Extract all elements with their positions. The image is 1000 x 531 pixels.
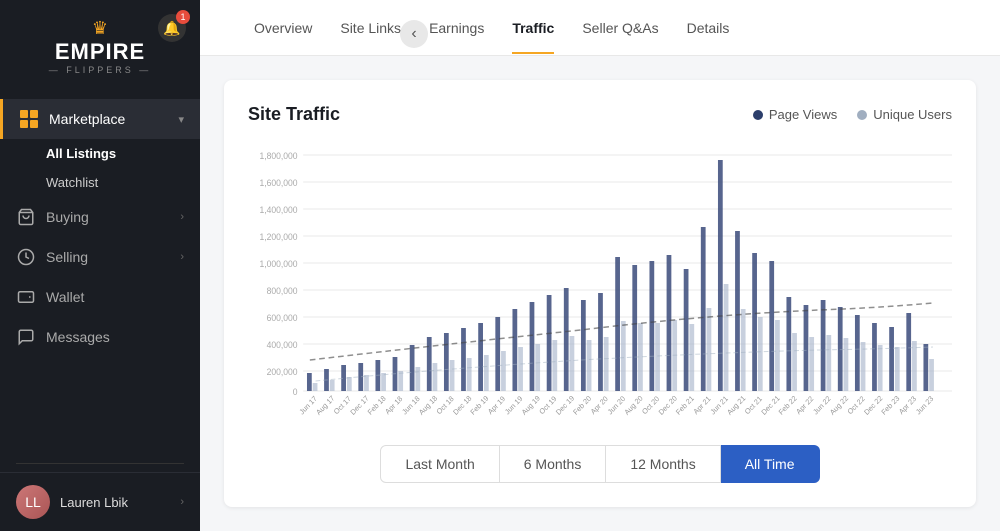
tab-traffic[interactable]: Traffic <box>498 2 568 54</box>
buying-label: Buying <box>46 209 180 225</box>
svg-text:0: 0 <box>293 387 298 397</box>
top-nav: ‹ Overview Site Links Earnings Traffic S… <box>200 0 1000 56</box>
traffic-chart: 1,800,000 1,600,000 1,400,000 1,200,000 … <box>248 145 952 425</box>
sidebar-item-selling[interactable]: Selling › <box>0 237 200 277</box>
svg-text:Aug 19: Aug 19 <box>520 394 542 417</box>
back-icon: ‹ <box>411 25 416 43</box>
page-views-label: Page Views <box>769 107 837 122</box>
sidebar-divider <box>16 463 184 464</box>
tab-earnings[interactable]: Earnings <box>415 2 498 54</box>
sidebar-item-messages[interactable]: Messages <box>0 317 200 357</box>
logo-name: EMPIRE <box>55 41 145 63</box>
content-area: Site Traffic Page Views Unique Users <box>200 56 1000 531</box>
chart-container: 1,800,000 1,600,000 1,400,000 1,200,000 … <box>248 145 952 425</box>
marketplace-label: Marketplace <box>49 111 178 127</box>
wallet-label: Wallet <box>46 289 184 305</box>
selling-label: Selling <box>46 249 180 265</box>
svg-text:800,000: 800,000 <box>267 286 298 296</box>
marketplace-sub-nav: All Listings Watchlist <box>0 139 200 197</box>
buying-arrow-icon: › <box>180 211 184 223</box>
svg-text:Feb 20: Feb 20 <box>571 394 593 417</box>
user-arrow-icon: › <box>180 496 184 508</box>
selling-icon <box>16 247 36 267</box>
svg-text:Feb 22: Feb 22 <box>777 394 799 417</box>
legend-unique-users: Unique Users <box>857 107 952 122</box>
main-content: ‹ Overview Site Links Earnings Traffic S… <box>200 0 1000 531</box>
svg-text:Dec 17: Dec 17 <box>348 394 370 417</box>
sidebar-item-wallet[interactable]: Wallet <box>0 277 200 317</box>
12-months-button[interactable]: 12 Months <box>606 445 720 483</box>
sidebar: ♛ EMPIRE — FLIPPERS — 🔔 1 Marketplace ▾ … <box>0 0 200 531</box>
svg-text:Dec 18: Dec 18 <box>451 394 473 417</box>
svg-text:Apr 19: Apr 19 <box>486 394 507 416</box>
svg-text:1,800,000: 1,800,000 <box>259 151 297 161</box>
legend-page-views: Page Views <box>753 107 837 122</box>
tab-overview[interactable]: Overview <box>240 2 326 54</box>
marketplace-icon <box>19 109 39 129</box>
chart-legend: Page Views Unique Users <box>753 107 952 122</box>
notification-bell[interactable]: 🔔 1 <box>158 14 186 42</box>
logo-sub: — FLIPPERS — <box>49 65 152 75</box>
svg-text:Dec 21: Dec 21 <box>759 394 781 417</box>
unique-users-label: Unique Users <box>873 107 952 122</box>
svg-text:Dec 19: Dec 19 <box>554 394 576 417</box>
chart-header: Site Traffic Page Views Unique Users <box>248 104 952 125</box>
tab-details[interactable]: Details <box>673 2 744 54</box>
svg-text:Aug 18: Aug 18 <box>417 394 439 417</box>
svg-text:Apr 23: Apr 23 <box>897 394 918 416</box>
svg-text:Aug 20: Aug 20 <box>622 394 644 417</box>
notification-badge: 1 <box>176 10 190 24</box>
svg-text:Apr 22: Apr 22 <box>794 394 815 416</box>
sidebar-user[interactable]: LL Lauren Lbik › <box>0 472 200 531</box>
svg-text:Jun 23: Jun 23 <box>914 394 935 416</box>
sub-nav-watchlist[interactable]: Watchlist <box>46 168 200 197</box>
svg-text:200,000: 200,000 <box>267 367 298 377</box>
svg-text:Feb 18: Feb 18 <box>366 394 388 417</box>
chart-title: Site Traffic <box>248 104 340 125</box>
svg-text:Feb 19: Feb 19 <box>468 394 490 417</box>
all-time-button[interactable]: All Time <box>721 445 820 483</box>
svg-text:Feb 21: Feb 21 <box>674 394 696 417</box>
svg-text:Feb 23: Feb 23 <box>879 394 901 417</box>
svg-text:1,600,000: 1,600,000 <box>259 178 297 188</box>
back-button[interactable]: ‹ <box>400 20 428 48</box>
svg-text:Aug 21: Aug 21 <box>725 394 747 417</box>
svg-text:Dec 22: Dec 22 <box>862 394 884 417</box>
svg-text:Aug 22: Aug 22 <box>828 394 850 417</box>
chart-card: Site Traffic Page Views Unique Users <box>224 80 976 507</box>
svg-text:600,000: 600,000 <box>267 313 298 323</box>
marketplace-dropdown-icon: ▾ <box>178 113 184 126</box>
tab-seller-qas[interactable]: Seller Q&As <box>568 2 672 54</box>
svg-text:Dec 20: Dec 20 <box>657 394 679 417</box>
svg-text:Apr 18: Apr 18 <box>383 394 404 416</box>
svg-text:1,400,000: 1,400,000 <box>259 205 297 215</box>
svg-text:1,200,000: 1,200,000 <box>259 232 297 242</box>
unique-users-dot <box>857 110 867 120</box>
svg-text:Apr 21: Apr 21 <box>691 394 712 416</box>
sub-nav-all-listings[interactable]: All Listings <box>46 139 200 168</box>
last-month-button[interactable]: Last Month <box>380 445 499 483</box>
messages-icon <box>16 327 36 347</box>
6-months-button[interactable]: 6 Months <box>500 445 607 483</box>
sidebar-nav: Marketplace ▾ All Listings Watchlist Buy… <box>0 91 200 455</box>
sidebar-logo: ♛ EMPIRE — FLIPPERS — 🔔 1 <box>0 0 200 91</box>
wallet-icon <box>16 287 36 307</box>
svg-text:Apr 20: Apr 20 <box>589 394 610 416</box>
svg-text:400,000: 400,000 <box>267 340 298 350</box>
selling-arrow-icon: › <box>180 251 184 263</box>
messages-label: Messages <box>46 329 184 345</box>
sidebar-item-marketplace[interactable]: Marketplace ▾ <box>0 99 200 139</box>
user-avatar: LL <box>16 485 50 519</box>
user-name: Lauren Lbik <box>60 495 180 510</box>
crown-icon: ♛ <box>92 18 108 39</box>
buying-icon <box>16 207 36 227</box>
svg-text:Aug 17: Aug 17 <box>314 394 336 417</box>
sidebar-item-buying[interactable]: Buying › <box>0 197 200 237</box>
svg-text:1,000,000: 1,000,000 <box>259 259 297 269</box>
page-views-dot <box>753 110 763 120</box>
time-filters: Last Month 6 Months 12 Months All Time <box>248 445 952 483</box>
